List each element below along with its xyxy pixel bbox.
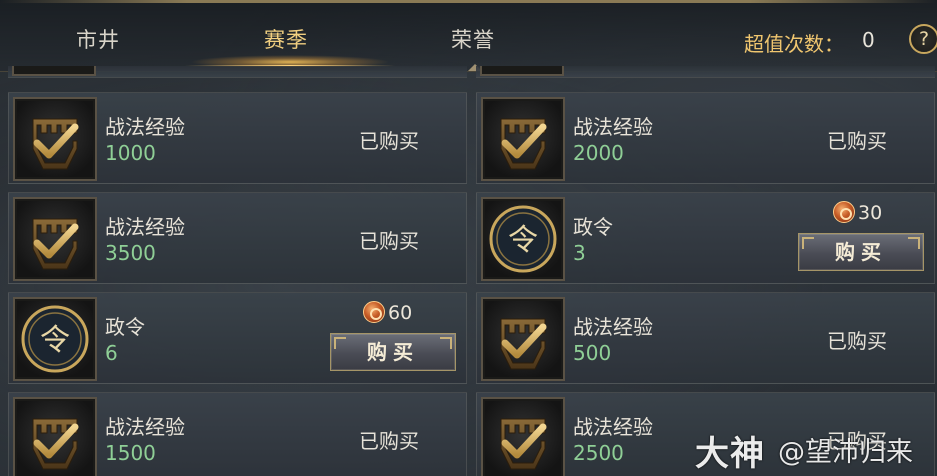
- shop-item-card[interactable]: 战法经验 2000 已购买: [476, 92, 935, 184]
- item-quantity: 2000: [573, 141, 624, 165]
- watermark-user: @望沛归来: [778, 437, 913, 468]
- tab-season[interactable]: 赛季: [216, 24, 356, 64]
- tactic-exp-icon: [481, 297, 565, 381]
- item-quantity: 1000: [105, 141, 156, 165]
- top-bar: 市井 赛季 荣誉 超值次数： 0 ?: [0, 0, 937, 72]
- tactic-exp-icon: [13, 97, 97, 181]
- item-name: 战法经验: [105, 415, 185, 439]
- shop-item-card[interactable]: 战法经验 500 已购买: [476, 292, 935, 384]
- item-price: 30: [833, 201, 882, 224]
- item-name: 战法经验: [573, 115, 653, 139]
- tactic-exp-icon: [481, 97, 565, 181]
- tab-honor[interactable]: 荣誉: [403, 24, 543, 64]
- shop-item-card[interactable]: 战法经验 3500 已购买: [8, 192, 467, 284]
- item-quantity: 6: [105, 341, 118, 365]
- purchased-status: 已购买: [827, 329, 887, 353]
- item-quantity: 500: [573, 341, 612, 365]
- buy-button[interactable]: 购买: [798, 233, 924, 271]
- shop-item-card[interactable]: 令 政令 3 30 购买: [476, 192, 935, 284]
- item-quantity: 3500: [105, 241, 156, 265]
- partial-card-icon: [12, 66, 96, 76]
- item-name: 政令: [105, 315, 145, 339]
- svg-text:令: 令: [508, 223, 538, 258]
- item-name: 政令: [573, 215, 613, 239]
- shop-item-card[interactable]: 令 政令 6 60 购买: [8, 292, 467, 384]
- item-name: 战法经验: [573, 315, 653, 339]
- tactic-exp-icon: [481, 397, 565, 476]
- top-divider: [0, 0, 937, 3]
- deal-count-value: 0: [862, 28, 875, 52]
- deal-count-label: 超值次数：: [744, 32, 844, 56]
- item-name: 战法经验: [105, 115, 185, 139]
- item-quantity: 2500: [573, 441, 624, 465]
- coin-icon: [833, 201, 855, 223]
- shop-item-card[interactable]: 战法经验 1000 已购买: [8, 92, 467, 184]
- coin-icon: [363, 301, 385, 323]
- tactic-exp-icon: [13, 197, 97, 281]
- tab-market[interactable]: 市井: [28, 24, 168, 64]
- purchased-status: 已购买: [359, 229, 419, 253]
- item-quantity: 3: [573, 241, 586, 265]
- partial-card-icon: [480, 66, 564, 76]
- shop-item-card[interactable]: 战法经验 1500 已购买: [8, 392, 467, 476]
- svg-text:令: 令: [40, 323, 70, 358]
- watermark-brand: 大神: [695, 434, 765, 474]
- item-price: 60: [363, 301, 412, 324]
- item-name: 战法经验: [573, 415, 653, 439]
- buy-button[interactable]: 购买: [330, 333, 456, 371]
- purchased-status: 已购买: [827, 129, 887, 153]
- decree-icon: 令: [481, 197, 565, 281]
- price-value: 30: [858, 202, 883, 224]
- purchased-status: 已购买: [359, 129, 419, 153]
- help-button[interactable]: ?: [909, 24, 937, 54]
- purchased-status: 已购买: [359, 429, 419, 453]
- tactic-exp-icon: [13, 397, 97, 476]
- item-name: 战法经验: [105, 215, 185, 239]
- price-value: 60: [388, 302, 413, 324]
- item-quantity: 1500: [105, 441, 156, 465]
- decree-icon: 令: [13, 297, 97, 381]
